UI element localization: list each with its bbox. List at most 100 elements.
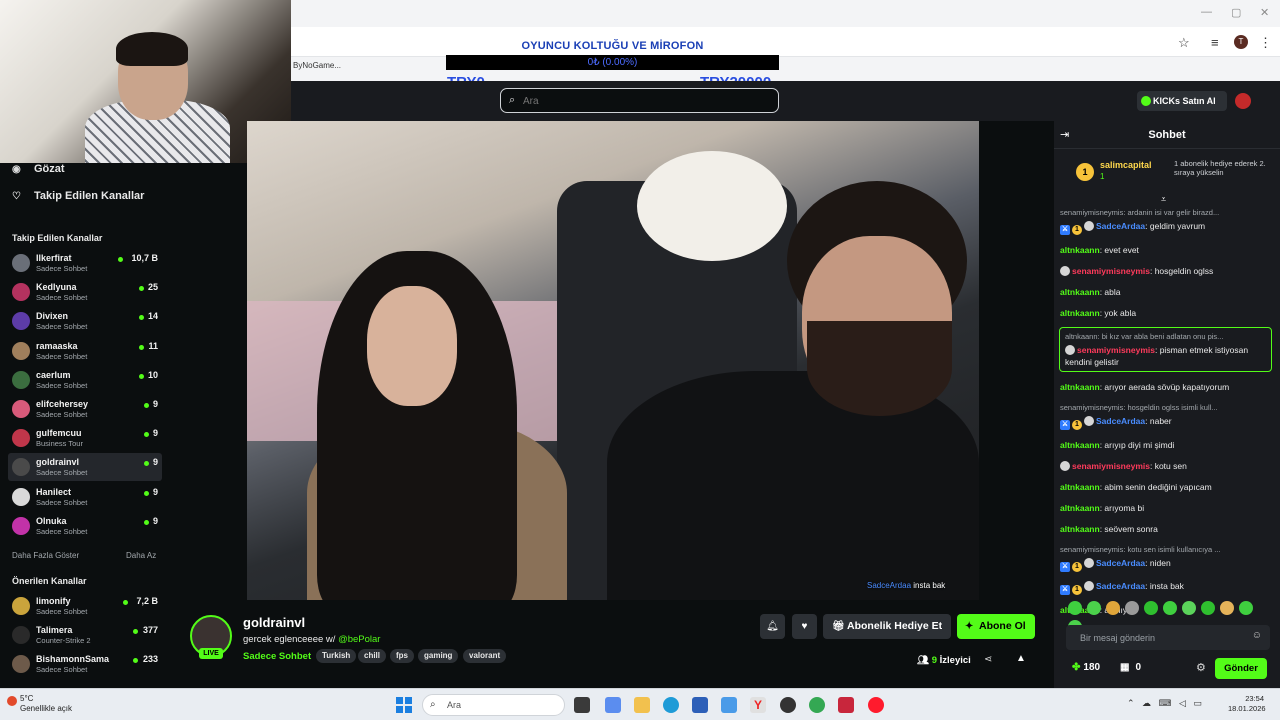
maximize-icon[interactable]: ▢ bbox=[1231, 6, 1241, 19]
emote-icon[interactable] bbox=[1201, 601, 1215, 615]
emote-icon[interactable] bbox=[1220, 601, 1234, 615]
channel-item[interactable]: elifcehersey Sadece Sohbet 9 bbox=[8, 395, 162, 423]
chat-username[interactable]: senamiymisneymis bbox=[1077, 345, 1155, 355]
user-avatar[interactable] bbox=[1235, 93, 1251, 109]
chat-username[interactable]: altnkaann bbox=[1060, 308, 1100, 318]
streamer-name[interactable]: goldrainvl bbox=[243, 615, 305, 630]
chrome-icon[interactable] bbox=[809, 697, 825, 713]
chat-username[interactable]: altnkaann bbox=[1060, 482, 1100, 492]
channel-item[interactable]: Olnuka Sadece Sohbet 9 bbox=[8, 512, 162, 540]
taskbar-search[interactable]: ⌕ Ara bbox=[422, 694, 565, 716]
chat-username[interactable]: senamiymisneymis bbox=[1072, 461, 1150, 471]
chat-input-box[interactable]: ☺ bbox=[1066, 625, 1270, 650]
chat-username[interactable]: SadceArdaa bbox=[1096, 581, 1145, 591]
reply-context[interactable]: senamiymisneymis: hosgeldin oglss isimli… bbox=[1060, 402, 1272, 414]
emote-icon[interactable] bbox=[1239, 601, 1253, 615]
channel-item[interactable]: Talimera Counter-Strike 2 377 bbox=[8, 621, 162, 649]
chat-username[interactable]: SadceArdaa bbox=[1096, 416, 1145, 426]
opera-icon[interactable] bbox=[868, 697, 884, 713]
bookmark-star-icon[interactable]: ☆ bbox=[1178, 35, 1190, 51]
nav-browse[interactable]: ◉ Gözat bbox=[12, 163, 65, 175]
subscribe-button[interactable]: ✦ Abone Ol bbox=[957, 614, 1035, 639]
emote-icon[interactable] bbox=[1144, 601, 1158, 615]
channel-item[interactable]: goldrainvl Sadece Sohbet 9 bbox=[8, 453, 162, 482]
widgets-icon[interactable] bbox=[605, 697, 621, 713]
channel-item[interactable]: ramaaska Sadece Sohbet 11 bbox=[8, 337, 162, 365]
gift-balance[interactable]: ▦ 0 bbox=[1120, 662, 1141, 673]
channel-item[interactable]: Kedlyuna Sadece Sohbet 25 bbox=[8, 278, 162, 306]
stream-category[interactable]: Sadece Sohbet bbox=[243, 651, 311, 662]
chat-username[interactable]: altnkaann bbox=[1060, 440, 1100, 450]
chat-username[interactable]: SadceArdaa bbox=[1096, 221, 1145, 231]
report-icon[interactable]: ▲ bbox=[1016, 653, 1026, 664]
emote-icon[interactable] bbox=[1163, 601, 1177, 615]
system-tray[interactable]: ⌃ ☁ ⌨ ◁ ▭ bbox=[1127, 698, 1202, 709]
channel-item[interactable]: limonify Sadece Sohbet 7,2 B bbox=[8, 592, 162, 620]
chat-username[interactable]: SadceArdaa bbox=[1096, 558, 1145, 568]
windows-start-button[interactable] bbox=[396, 697, 412, 713]
file-explorer-icon[interactable] bbox=[634, 697, 650, 713]
tag-fps[interactable]: fps bbox=[390, 649, 414, 663]
notification-bell-button[interactable]: 🔔︎ bbox=[760, 614, 785, 639]
clock[interactable]: 23:54 18.01.2026 bbox=[1228, 694, 1266, 714]
chat-username[interactable]: altnkaann bbox=[1060, 245, 1100, 255]
expand-chevron-icon[interactable]: ⩡ bbox=[1161, 194, 1166, 205]
reply-context[interactable]: senamiymisneymis: kotu sen isimli kullan… bbox=[1060, 544, 1272, 556]
follow-heart-button[interactable]: ♥ bbox=[792, 614, 817, 639]
edge-icon[interactable] bbox=[663, 697, 679, 713]
emoji-icon[interactable]: ☺ bbox=[1252, 630, 1262, 641]
search-bar[interactable]: ⌕ bbox=[500, 88, 779, 113]
emote-icon[interactable] bbox=[1068, 601, 1082, 615]
channel-item[interactable]: Divixen Sadece Sohbet 14 bbox=[8, 307, 162, 335]
emote-icon[interactable] bbox=[1125, 601, 1139, 615]
chat-username[interactable]: altnkaann bbox=[1060, 382, 1100, 392]
channel-item[interactable]: gulfemcuu Business Tour 9 bbox=[8, 424, 162, 452]
search-input[interactable] bbox=[523, 93, 763, 109]
yandex-icon[interactable]: Y bbox=[750, 697, 766, 713]
tag-turkish[interactable]: Turkish bbox=[316, 649, 357, 663]
nav-following[interactable]: ♡ Takip Edilen Kanallar bbox=[12, 190, 144, 202]
profile-avatar[interactable]: T bbox=[1234, 35, 1248, 49]
store-icon[interactable] bbox=[692, 697, 708, 713]
close-icon[interactable]: ✕ bbox=[1260, 6, 1269, 19]
top-gifter-name[interactable]: salimcapital bbox=[1100, 160, 1152, 170]
emote-icon[interactable] bbox=[1106, 601, 1120, 615]
weather-widget[interactable]: 5°C Genellikle açık bbox=[7, 694, 72, 714]
tag-gaming[interactable]: gaming bbox=[418, 649, 459, 663]
task-view-icon[interactable] bbox=[574, 697, 590, 713]
buy-kicks-button[interactable]: KICKs Satın Al bbox=[1137, 91, 1227, 111]
reply-context[interactable]: altnkaann: bi kız var abla beni adlatan … bbox=[1065, 331, 1266, 343]
chat-text: seövem sonra bbox=[1104, 523, 1158, 534]
channel-item[interactable]: Ilkerfirat Sadece Sohbet 10,7 B bbox=[8, 249, 162, 277]
reply-context[interactable]: senamiymisneymis: ardanin isi var gelir … bbox=[1060, 207, 1272, 219]
menu-icon[interactable]: ⋮ bbox=[1259, 35, 1272, 51]
channel-item[interactable]: Hanilect Sadece Sohbet 9 bbox=[8, 483, 162, 511]
emote-icon[interactable] bbox=[1087, 601, 1101, 615]
show-less-link[interactable]: Daha Az bbox=[126, 551, 156, 560]
video-letterbox bbox=[979, 121, 1054, 600]
gear-icon[interactable]: ⚙ bbox=[1196, 661, 1206, 674]
mail-icon[interactable] bbox=[721, 697, 737, 713]
obs-icon[interactable] bbox=[780, 697, 796, 713]
chat-input[interactable] bbox=[1080, 630, 1240, 645]
emote-icon[interactable] bbox=[1182, 601, 1196, 615]
bookmark-item[interactable]: ByNoGame... bbox=[293, 61, 341, 70]
send-button[interactable]: Gönder bbox=[1215, 658, 1267, 679]
chat-username[interactable]: senamiymisneymis bbox=[1072, 266, 1150, 276]
channel-item[interactable]: caerlum Sadece Sohbet 10 bbox=[8, 366, 162, 394]
chat-username[interactable]: altnkaann bbox=[1060, 287, 1100, 297]
show-more-link[interactable]: Daha Fazla Göster bbox=[12, 551, 79, 560]
gift-subscription-button[interactable]: 🎁︎ Abonelik Hediye Et bbox=[823, 614, 951, 639]
tag-chill[interactable]: chill bbox=[358, 649, 387, 663]
minimize-icon[interactable]: — bbox=[1201, 6, 1212, 18]
media-icon[interactable]: ≡ bbox=[1211, 35, 1219, 50]
tag-valorant[interactable]: valorant bbox=[463, 649, 507, 663]
channel-item[interactable]: BishamonnSama Sadece Sohbet 233 bbox=[8, 650, 162, 678]
chat-username[interactable]: altnkaann bbox=[1060, 524, 1100, 534]
mention-link[interactable]: @bePolar bbox=[338, 634, 380, 645]
kicks-balance[interactable]: ✤ 180 bbox=[1072, 662, 1100, 673]
chat-username[interactable]: altnkaann bbox=[1060, 503, 1100, 513]
share-icon[interactable]: ⋖ bbox=[984, 654, 992, 665]
video-player[interactable]: SadceArdaa insta bak bbox=[247, 121, 979, 600]
app-icon[interactable] bbox=[838, 697, 854, 713]
